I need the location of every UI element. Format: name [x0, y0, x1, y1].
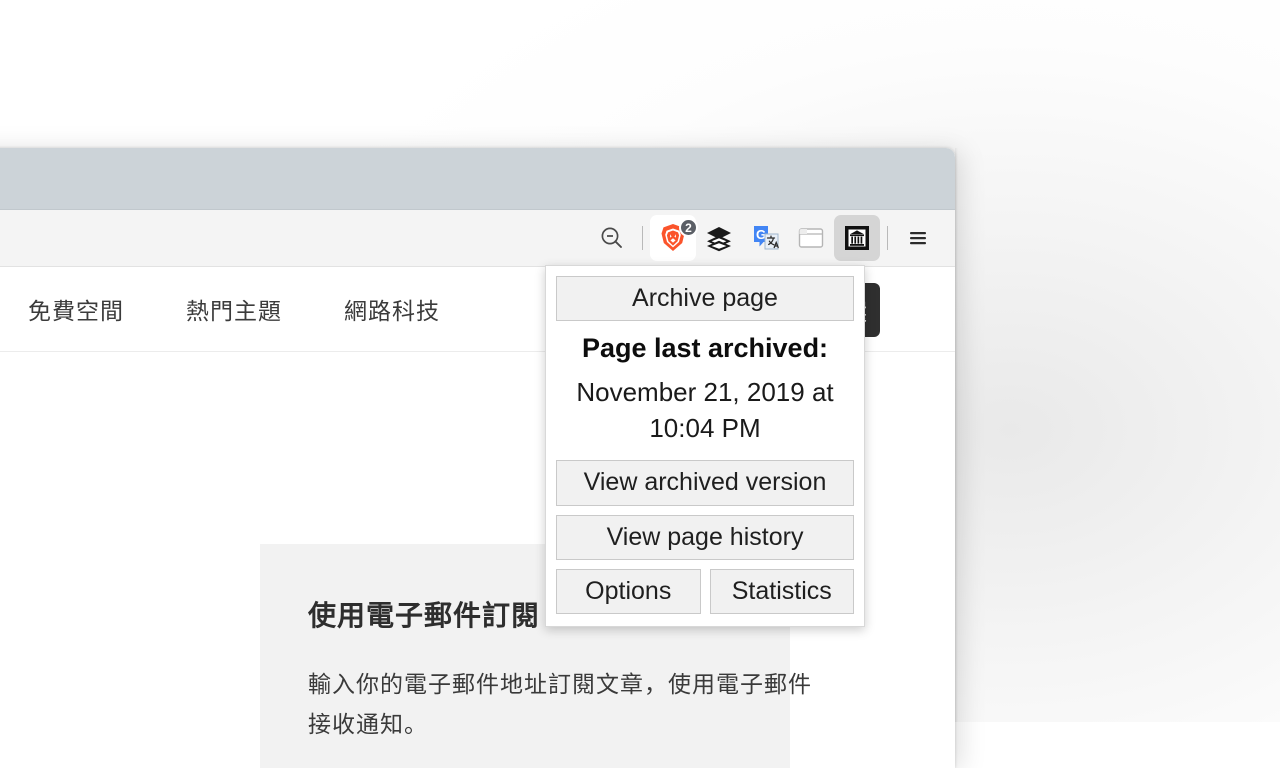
nav-item-web-tech[interactable]: 網路科技 — [344, 292, 440, 326]
last-archived-timestamp: November 21, 2019 at 10:04 PM — [576, 377, 834, 444]
magnifier-minus-icon — [601, 227, 622, 248]
subscribe-description: 輸入你的電子郵件地址訂閱文章，使用電子郵件接收通知。 — [308, 671, 812, 737]
subscribe-title: 使用電子郵件訂閱 — [308, 600, 541, 631]
browser-window-icon — [798, 228, 824, 248]
main-menu-button[interactable] — [895, 215, 941, 261]
page-last-archived-label: Page last archived: — [581, 333, 829, 364]
google-translate-extension-button[interactable]: G — [742, 215, 788, 261]
window-extension-button[interactable] — [788, 215, 834, 261]
archive-page-button[interactable]: Archive page — [556, 276, 854, 322]
toolbar-divider-right — [887, 226, 888, 250]
zoom-out-indicator-button[interactable] — [589, 215, 635, 261]
hamburger-menu-icon — [910, 232, 926, 245]
options-button[interactable]: Options — [556, 568, 701, 614]
view-page-history-button[interactable]: View page history — [556, 514, 854, 560]
toolbar-divider-left — [642, 226, 643, 250]
brave-shields-button[interactable]: 2 — [650, 215, 698, 261]
tab-strip[interactable] — [0, 148, 955, 210]
layers-extension-button[interactable] — [696, 215, 742, 261]
wayback-machine-popup: Archive page Page last archived: Novembe… — [545, 265, 865, 627]
google-translate-icon: G — [754, 226, 779, 250]
popup-bottom-row: Options Statistics — [556, 568, 854, 614]
browser-toolbar: 2 G — [0, 210, 955, 267]
view-archived-version-button[interactable]: View archived version — [556, 460, 854, 506]
nav-item-free-space[interactable]: 免費空間 — [28, 292, 124, 326]
nav-item-hot-topics[interactable]: 熱門主題 — [186, 292, 282, 326]
layers-stack-icon — [707, 227, 731, 252]
wayback-machine-extension-button[interactable] — [834, 215, 880, 261]
statistics-button[interactable]: Statistics — [709, 568, 854, 614]
archive-building-icon — [845, 226, 869, 250]
